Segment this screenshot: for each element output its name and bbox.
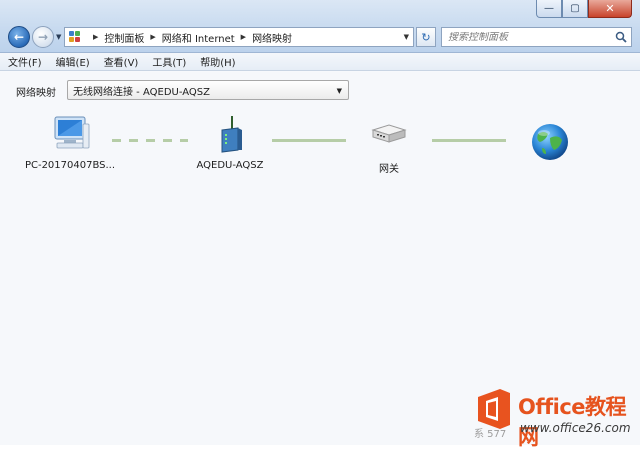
chevron-right-icon: ▶ [240, 33, 247, 41]
minimize-button[interactable]: — [536, 0, 562, 18]
forward-arrow-icon: → [37, 30, 49, 44]
watermark: Office教程网 www.office26.com 系 577 [468, 383, 640, 449]
menu-view[interactable]: 查看(V) [104, 54, 139, 69]
recent-pages-dropdown[interactable]: ▼ [56, 33, 61, 41]
chevron-down-icon: ▼ [336, 87, 342, 95]
internet-globe-icon [532, 124, 568, 160]
gateway-icon [371, 124, 407, 143]
network-map-pane: 网络映射 无线网络连接 - AQEDU-AQSZ ▼ PC-20170407BS… [0, 72, 640, 449]
wireless-router-icon [221, 116, 242, 153]
back-button[interactable]: ← [8, 26, 30, 48]
network-map-label: 网络映射 [16, 88, 56, 99]
close-button[interactable]: ✕ [588, 0, 632, 18]
watermark-side-text: 系 577 [474, 429, 507, 440]
wired-link-gateway-internet [432, 139, 506, 142]
address-dropdown-icon[interactable]: ▼ [404, 33, 409, 41]
chevron-right-icon: ▶ [93, 33, 99, 41]
gateway-node-label: 网关 [379, 164, 399, 175]
close-icon: ✕ [605, 2, 615, 15]
refresh-button[interactable]: ↻ [416, 27, 436, 47]
breadcrumb-network-internet[interactable]: 网络和 Internet [162, 30, 235, 45]
computer-icon [54, 116, 90, 149]
maximize-icon: ▢ [570, 2, 580, 14]
menu-help[interactable]: 帮助(H) [200, 54, 235, 69]
wired-link-router-gateway [272, 139, 346, 142]
connection-select[interactable]: 无线网络连接 - AQEDU-AQSZ ▼ [67, 80, 349, 100]
menu-file[interactable]: 文件(F) [8, 54, 42, 69]
search-input[interactable] [448, 31, 608, 43]
control-panel-window: — ▢ ✕ ← → ▼ ▶ 控制面板 ▶ 网络和 Internet ▶ 网络映射… [0, 0, 640, 449]
back-arrow-icon: ← [13, 30, 25, 44]
search-icon[interactable] [615, 31, 627, 43]
watermark-url: www.office26.com [520, 421, 631, 435]
forward-button[interactable]: → [32, 26, 54, 48]
control-panel-icon [69, 31, 83, 43]
address-bar[interactable]: ▶ 控制面板 ▶ 网络和 Internet ▶ 网络映射 ▼ [64, 27, 414, 47]
breadcrumb-network-map[interactable]: 网络映射 [252, 30, 292, 45]
search-box[interactable] [441, 27, 632, 47]
menu-edit[interactable]: 编辑(E) [56, 54, 90, 69]
computer-node[interactable]: PC-20170407BS... [22, 112, 118, 171]
refresh-icon: ↻ [421, 30, 431, 44]
computer-node-label: PC-20170407BS... [24, 160, 116, 171]
minimize-icon: — [544, 2, 554, 14]
caption-buttons: — ▢ ✕ [536, 0, 632, 18]
chevron-right-icon: ▶ [150, 33, 156, 41]
title-bar: — ▢ ✕ ← → ▼ ▶ 控制面板 ▶ 网络和 Internet ▶ 网络映射… [0, 0, 640, 53]
maximize-button[interactable]: ▢ [562, 0, 588, 18]
gateway-node[interactable]: 网关 [356, 112, 422, 175]
router-node-label: AQEDU-AQSZ [196, 160, 264, 171]
menu-bar: 文件(F) 编辑(E) 查看(V) 工具(T) 帮助(H) [0, 53, 640, 71]
menu-tools[interactable]: 工具(T) [152, 54, 186, 69]
wireless-link [112, 139, 188, 142]
router-node[interactable]: AQEDU-AQSZ [190, 112, 270, 171]
connection-select-value: 无线网络连接 - AQEDU-AQSZ [73, 86, 210, 98]
internet-node[interactable] [526, 120, 574, 168]
breadcrumb-control-panel[interactable]: 控制面板 [104, 30, 144, 45]
